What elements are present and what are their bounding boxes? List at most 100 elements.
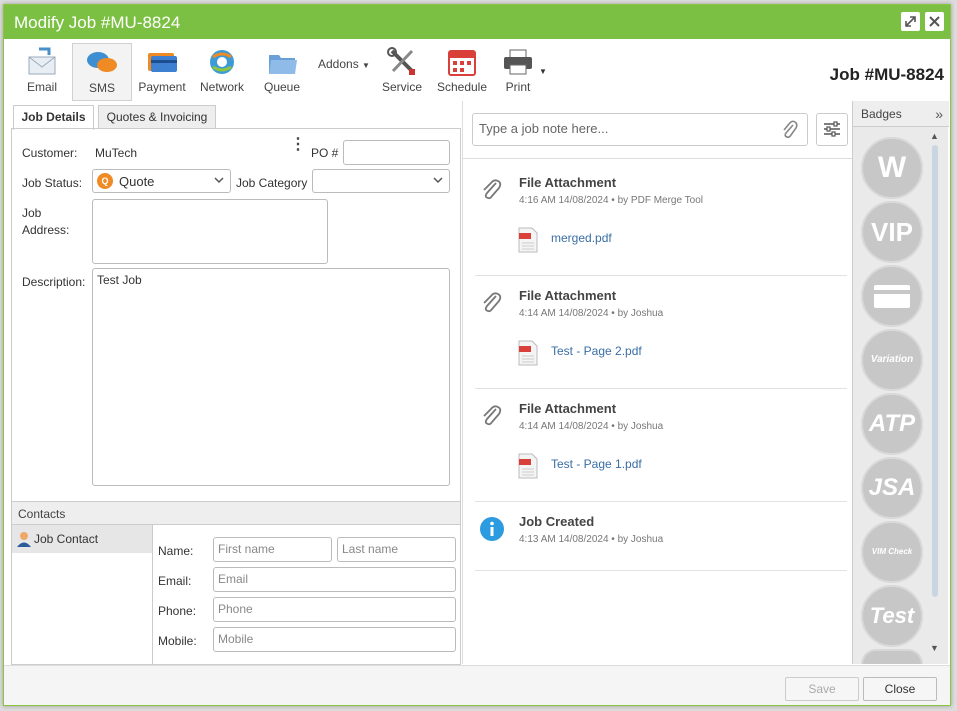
note-entry: File Attachment 4:14 AM 14/08/2024 • by …	[475, 282, 847, 389]
badge-w[interactable]: W	[861, 137, 923, 199]
payment-icon	[148, 53, 177, 72]
email-button[interactable]: Email	[12, 43, 72, 101]
email-icon	[28, 47, 56, 75]
badges-scrollbar[interactable]: ▲ ▼	[929, 131, 941, 656]
note-entry: File Attachment 4:14 AM 14/08/2024 • by …	[475, 395, 847, 502]
network-button[interactable]: Network	[192, 43, 252, 101]
job-status-value: Quote	[119, 174, 155, 189]
network-icon	[210, 50, 234, 74]
toolbar: Email SMS Payment Network Queue Addons ▼…	[4, 39, 950, 101]
description-input[interactable]: Test Job	[92, 268, 450, 486]
name-label: Name:	[158, 544, 194, 558]
collapse-icon[interactable]: »	[935, 101, 943, 127]
pdf-file-icon	[518, 227, 538, 253]
job-note-input[interactable]: Type a job note here...	[472, 113, 808, 146]
job-category-label: Job Category	[236, 176, 308, 190]
badge-vip[interactable]: VIP	[861, 201, 923, 263]
addons-menu[interactable]: Addons ▼	[318, 57, 370, 71]
modify-job-window: Modify Job #MU-8824 Email SMS Payment Ne…	[3, 4, 951, 706]
job-number-heading: Job #MU-8824	[829, 65, 944, 84]
scroll-thumb[interactable]	[932, 145, 938, 597]
sms-icon	[87, 52, 117, 72]
sliders-icon	[824, 121, 840, 137]
sms-button[interactable]: SMS	[72, 43, 132, 101]
print-caret-icon[interactable]: ▼	[539, 67, 547, 76]
customer-label: Customer:	[22, 146, 78, 160]
badge-partial[interactable]	[861, 649, 923, 664]
queue-icon	[269, 55, 297, 74]
job-form-pane: Job Details Quotes & Invoicing Customer:…	[11, 101, 461, 665]
job-status-select[interactable]: Q Quote	[92, 169, 231, 193]
filter-settings-button[interactable]	[816, 113, 848, 146]
note-bar: Type a job note here...	[463, 101, 852, 159]
badges-panel: Badges » W VIP Variation ATP JSA VIM Che…	[852, 101, 949, 664]
attach-paperclip-icon[interactable]	[781, 119, 799, 141]
schedule-button[interactable]: Schedule	[432, 43, 492, 101]
service-button[interactable]: Service	[372, 43, 432, 101]
contact-list: Job Contact	[12, 525, 153, 664]
contact-item-job-contact[interactable]: Job Contact	[12, 525, 152, 553]
job-address-label-line2: Address:	[22, 223, 70, 237]
quote-status-icon: Q	[97, 173, 113, 189]
pdf-file-icon	[518, 453, 538, 479]
info-icon	[480, 517, 504, 541]
paperclip-icon	[483, 405, 502, 426]
mobile-label: Mobile:	[158, 634, 197, 648]
note-entry: File Attachment 4:16 AM 14/08/2024 • by …	[475, 169, 847, 276]
job-details-form: Customer: MuTech ⋮ PO # Job Status: Q Qu…	[11, 128, 461, 501]
contacts-panel: Job Contact Name: First name Last name E…	[11, 525, 461, 665]
queue-button[interactable]: Queue	[252, 43, 312, 101]
file-link[interactable]: merged.pdf	[517, 227, 612, 253]
save-button[interactable]: Save	[785, 677, 859, 701]
job-category-select[interactable]	[312, 169, 450, 193]
payment-button[interactable]: Payment	[132, 43, 192, 101]
tab-job-details[interactable]: Job Details	[13, 105, 94, 130]
job-address-input[interactable]	[92, 199, 328, 264]
job-notes-pane: Type a job note here... File Attachment …	[462, 101, 852, 664]
paperclip-icon	[483, 179, 502, 200]
badge-variation[interactable]: Variation	[861, 329, 923, 391]
file-link[interactable]: Test - Page 2.pdf	[517, 340, 642, 366]
badge-vim-check[interactable]: VIM Check	[861, 521, 923, 583]
close-icon[interactable]	[925, 12, 944, 31]
user-icon	[17, 532, 31, 547]
pdf-file-icon	[518, 340, 538, 366]
footer-bar: Save Close	[4, 665, 950, 705]
phone-label: Phone:	[158, 604, 197, 618]
printer-icon	[504, 49, 532, 75]
note-entry: Job Created 4:13 AM 14/08/2024 • by Josh…	[475, 508, 847, 571]
badge-jsa[interactable]: JSA	[861, 457, 923, 519]
badge-test[interactable]: Test	[861, 585, 923, 647]
service-icon	[387, 47, 415, 75]
customer-value[interactable]: MuTech	[95, 146, 137, 160]
badge-atp[interactable]: ATP	[861, 393, 923, 455]
first-name-input[interactable]: First name	[213, 537, 332, 562]
scroll-up-icon[interactable]: ▲	[930, 131, 939, 141]
last-name-input[interactable]: Last name	[337, 537, 456, 562]
chevron-down-icon	[214, 177, 224, 184]
calendar-icon	[448, 50, 476, 76]
tab-quotes-invoicing[interactable]: Quotes & Invoicing	[98, 105, 216, 129]
credit-card-icon	[874, 285, 910, 308]
email-field[interactable]: Email	[213, 567, 456, 592]
po-input[interactable]	[343, 140, 450, 165]
contacts-header: Contacts	[11, 501, 461, 525]
badge-card[interactable]	[861, 265, 923, 327]
title-bar: Modify Job #MU-8824	[4, 5, 950, 39]
more-options-icon[interactable]: ⋮	[290, 137, 306, 153]
window-title: Modify Job #MU-8824	[14, 13, 181, 32]
job-address-label-line1: Job	[22, 206, 42, 220]
file-link[interactable]: Test - Page 1.pdf	[517, 453, 642, 479]
mobile-field[interactable]: Mobile	[213, 627, 456, 652]
close-button[interactable]: Close	[863, 677, 937, 701]
scroll-down-icon[interactable]: ▼	[930, 643, 939, 653]
paperclip-icon	[483, 292, 502, 313]
email-label: Email:	[158, 574, 192, 588]
po-label: PO #	[311, 146, 339, 160]
phone-field[interactable]: Phone	[213, 597, 456, 622]
description-label: Description:	[22, 275, 86, 289]
maximize-icon[interactable]	[901, 12, 920, 31]
caret-down-icon: ▼	[362, 61, 370, 70]
badges-header: Badges »	[853, 101, 949, 127]
chevron-down-icon	[433, 177, 443, 184]
